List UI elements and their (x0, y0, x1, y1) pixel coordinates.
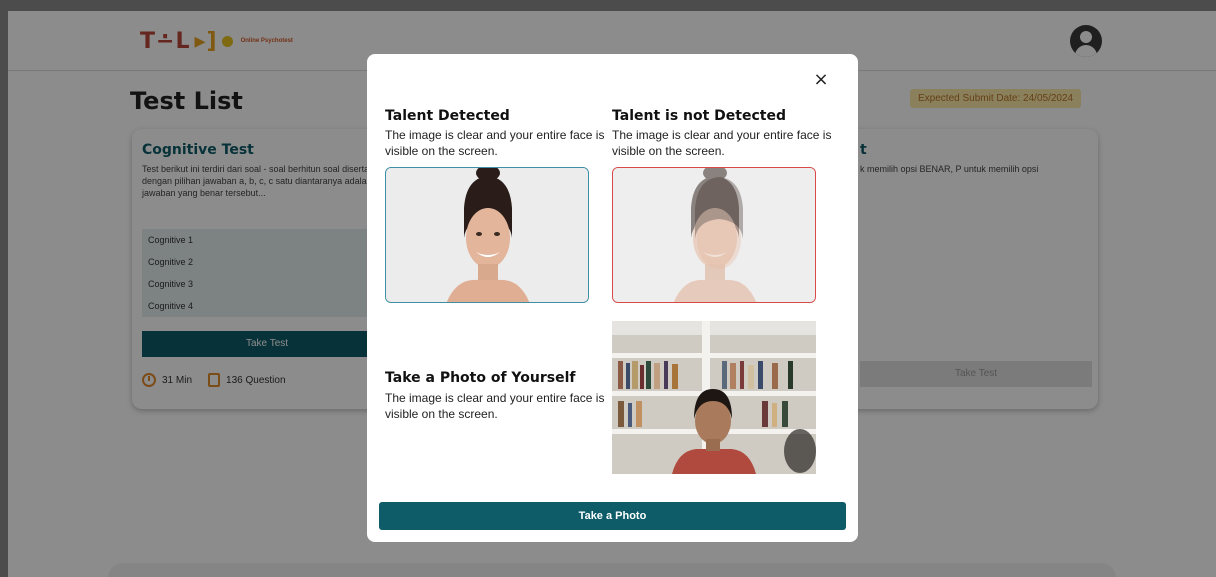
photo-guide-modal: × Talent Detected The image is clear and… (367, 54, 858, 542)
bad-example-image (612, 167, 816, 303)
self-photo-text: The image is clear and your entire face … (385, 391, 605, 421)
self-photo-title: Take a Photo of Yourself (385, 370, 576, 386)
webcam-preview (612, 321, 816, 474)
bad-example-title: Talent is not Detected (612, 108, 786, 124)
bad-example-text: The image is clear and your entire face … (612, 128, 832, 158)
good-example-text: The image is clear and your entire face … (385, 128, 605, 158)
good-example-title: Talent Detected (385, 108, 510, 124)
close-icon[interactable]: × (811, 70, 831, 90)
good-example-image (385, 167, 589, 303)
take-photo-button[interactable]: Take a Photo (379, 502, 846, 530)
